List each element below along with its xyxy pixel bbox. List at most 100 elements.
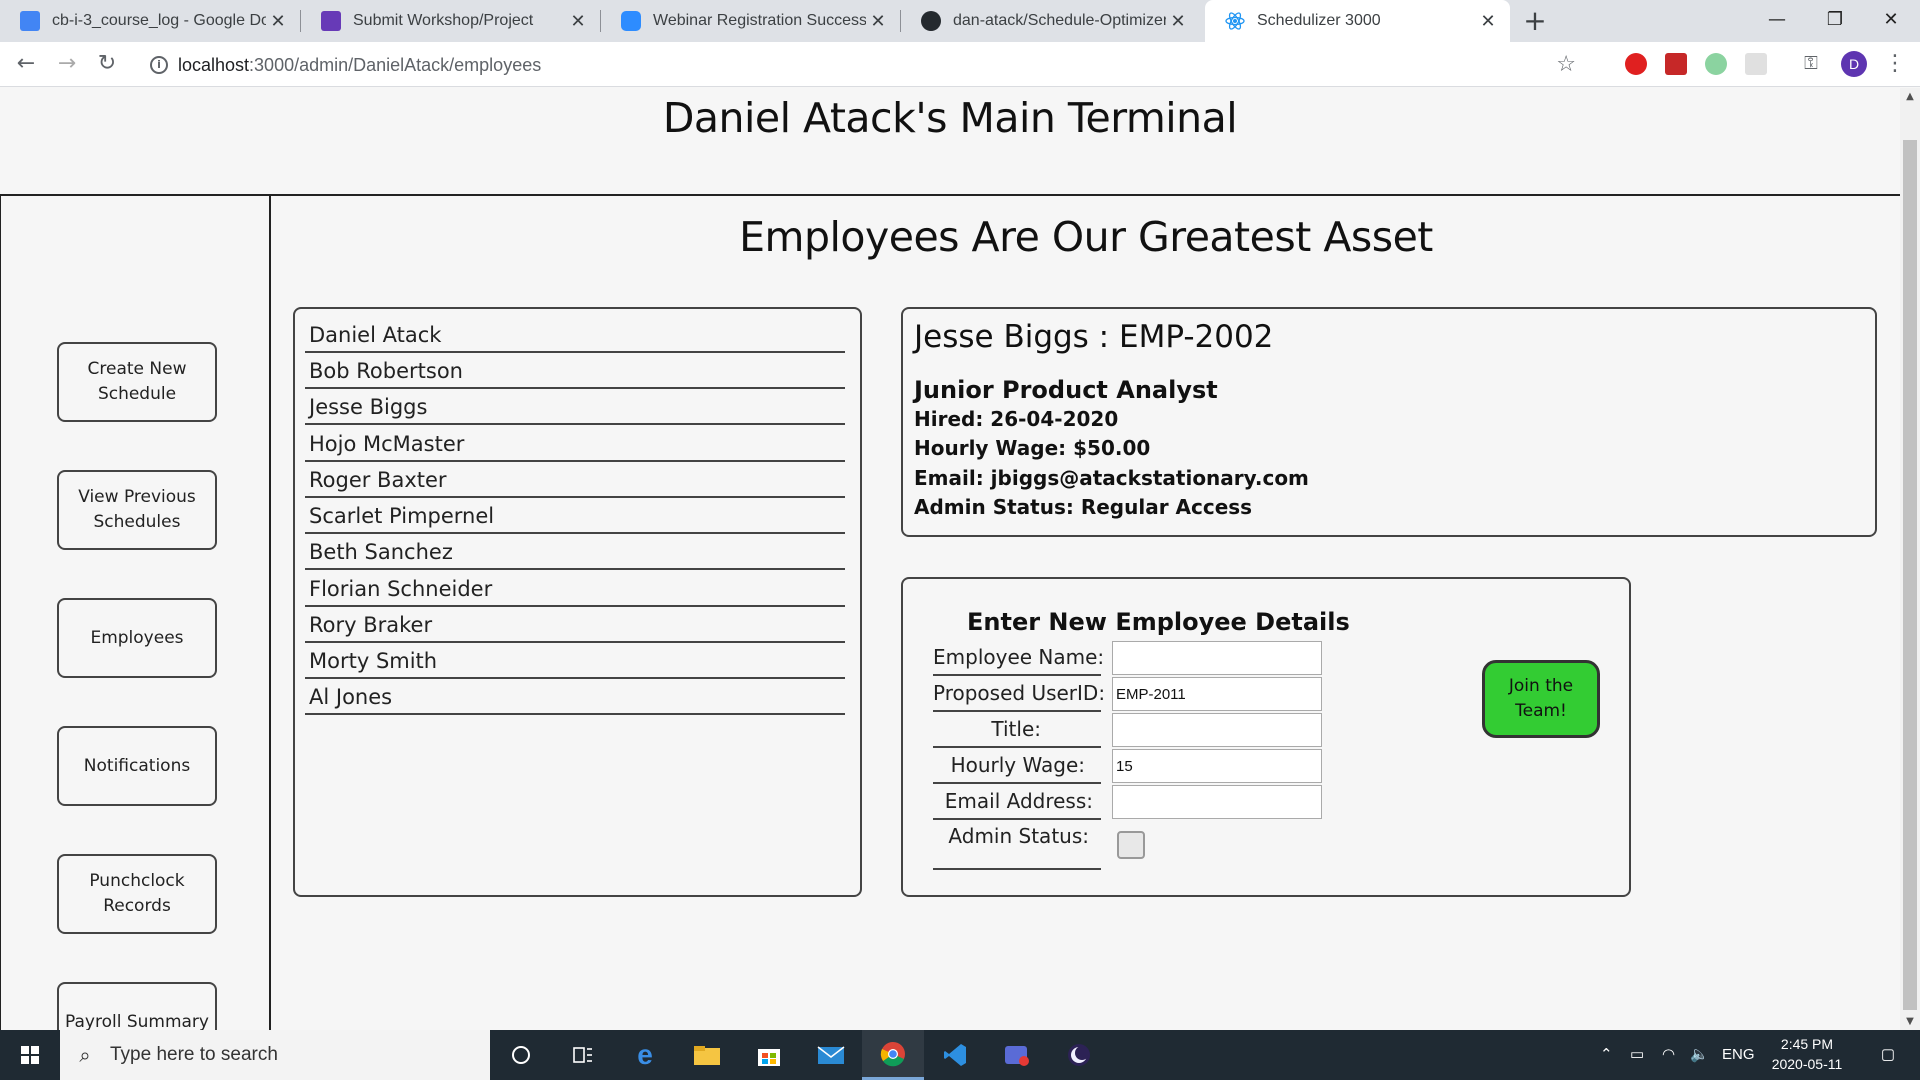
browser-toolbar: ← → ↻ i localhost:3000/admin/DanielAtack… <box>0 42 1920 87</box>
close-window-icon[interactable]: ✕ <box>1862 0 1920 40</box>
forward-icon[interactable]: → <box>51 48 83 80</box>
title-field[interactable] <box>1112 713 1322 747</box>
task-view-icon[interactable] <box>552 1030 614 1080</box>
employee-list-item[interactable]: Al Jones <box>305 679 845 715</box>
bookmark-star-icon[interactable]: ☆ <box>1556 47 1576 83</box>
windows-taskbar: ⌕ Type here to search e ⌃ ▭ ◠ 🔈 ENG 2:45… <box>0 1030 1920 1080</box>
store-icon[interactable] <box>738 1030 800 1080</box>
employee-name-id: Jesse Biggs : EMP-2002 <box>914 319 1274 355</box>
reload-icon[interactable]: ↻ <box>91 48 123 80</box>
scroll-thumb[interactable] <box>1903 140 1917 1010</box>
extension-icon[interactable] <box>1665 53 1687 75</box>
edge-icon[interactable]: e <box>614 1030 676 1080</box>
userid-label: Proposed UserID: <box>933 676 1105 712</box>
taskbar-search-box[interactable]: ⌕ Type here to search <box>60 1030 490 1080</box>
employee-list-item[interactable]: Rory Braker <box>305 607 845 643</box>
close-tab-icon[interactable]: ✕ <box>266 11 290 32</box>
browser-tab-bar: cb-i-3_course_log - Google Docs ✕ Submit… <box>0 0 1920 42</box>
wifi-icon[interactable]: ◠ <box>1662 1030 1675 1080</box>
browser-tab-active[interactable]: Schedulizer 3000 ✕ <box>1205 0 1510 42</box>
join-team-button[interactable]: Join the Team! <box>1482 660 1600 738</box>
file-explorer-icon[interactable] <box>676 1030 738 1080</box>
url-host: localhost <box>178 55 250 75</box>
employee-job-title: Junior Product Analyst <box>914 376 1218 404</box>
browser-tab[interactable]: cb-i-3_course_log - Google Docs ✕ <box>0 0 300 42</box>
new-employee-form: Enter New Employee Details Employee Name… <box>901 577 1631 897</box>
hourly-wage-label: Hourly Wage: <box>933 748 1101 784</box>
notifications-button[interactable]: Notifications <box>57 726 217 806</box>
employee-list-item[interactable]: Bob Robertson <box>305 353 845 389</box>
vscode-icon[interactable] <box>924 1030 986 1080</box>
browser-tab[interactable]: dan-atack/Schedule-Optimizer: F ✕ <box>901 0 1200 42</box>
employee-list-item[interactable]: Morty Smith <box>305 643 845 679</box>
search-placeholder: Type here to search <box>110 1044 278 1065</box>
windows-start-icon[interactable] <box>0 1030 60 1080</box>
back-icon[interactable]: ← <box>10 48 42 80</box>
info-icon[interactable]: i <box>150 56 168 74</box>
github-icon <box>921 11 941 31</box>
employee-list-item[interactable]: Florian Schneider <box>305 571 845 607</box>
menu-icon[interactable]: ⋮ <box>1884 48 1906 80</box>
scroll-up-icon[interactable]: ▲ <box>1900 88 1920 105</box>
google-docs-icon <box>20 11 40 31</box>
close-tab-icon[interactable]: ✕ <box>866 11 890 32</box>
mail-icon[interactable] <box>800 1030 862 1080</box>
employee-list-item[interactable]: Roger Baxter <box>305 462 845 498</box>
extension-icon[interactable] <box>1705 53 1727 75</box>
punchclock-button[interactable]: Punchclock Records <box>57 854 217 934</box>
close-tab-icon[interactable]: ✕ <box>566 11 590 32</box>
browser-tab[interactable]: Submit Workshop/Project ✕ <box>301 0 600 42</box>
language-indicator[interactable]: ENG <box>1722 1030 1755 1080</box>
hourly-wage-field[interactable] <box>1112 749 1322 783</box>
employee-list-item[interactable]: Beth Sanchez <box>305 534 845 570</box>
zoom-icon <box>621 11 641 31</box>
profile-avatar[interactable]: D <box>1841 51 1867 77</box>
employee-hired-date: Hired: 26-04-2020 <box>914 407 1119 431</box>
volume-icon[interactable]: 🔈 <box>1690 1030 1709 1080</box>
page-scrollbar[interactable]: ▲ ▼ <box>1900 88 1920 1030</box>
employee-list-item[interactable]: Daniel Atack <box>305 317 845 353</box>
email-field[interactable] <box>1112 785 1322 819</box>
restore-icon[interactable]: ❐ <box>1806 0 1864 40</box>
employee-name-field[interactable] <box>1112 641 1322 675</box>
userid-field[interactable] <box>1112 677 1322 711</box>
extension-icon[interactable] <box>1745 53 1767 75</box>
battery-icon[interactable]: ▭ <box>1630 1030 1644 1080</box>
url-text[interactable]: localhost:3000/admin/DanielAtack/employe… <box>178 47 541 83</box>
browser-tab[interactable]: Webinar Registration Success - Z ✕ <box>601 0 900 42</box>
react-icon <box>1225 11 1245 31</box>
tab-title: Submit Workshop/Project <box>353 12 534 29</box>
new-tab-icon[interactable]: + <box>1518 4 1552 38</box>
show-hidden-icons[interactable]: ⌃ <box>1600 1030 1613 1080</box>
minimize-icon[interactable]: — <box>1748 0 1806 40</box>
employee-list-item[interactable]: Scarlet Pimpernel <box>305 498 845 534</box>
employee-list-item[interactable]: Jesse Biggs <box>305 389 845 425</box>
admin-status-label: Admin Status: <box>933 820 1101 870</box>
notifications-icon[interactable]: ▢ <box>1868 1030 1908 1080</box>
section-title: Employees Are Our Greatest Asset <box>739 213 1433 261</box>
view-schedules-button[interactable]: View Previous Schedules <box>57 470 217 550</box>
employee-list-item[interactable]: Hojo McMaster <box>305 426 845 462</box>
close-tab-icon[interactable]: ✕ <box>1476 11 1500 32</box>
app-icon[interactable] <box>986 1030 1048 1080</box>
key-icon[interactable]: ⚿ <box>1795 48 1827 80</box>
eclipse-icon[interactable] <box>1048 1030 1110 1080</box>
sidebar: Create New Schedule View Previous Schedu… <box>0 196 271 1030</box>
page-title: Daniel Atack's Main Terminal <box>662 94 1238 142</box>
tab-title: Schedulizer 3000 <box>1257 12 1381 29</box>
admin-status-checkbox[interactable] <box>1117 831 1145 859</box>
address-bar[interactable]: i localhost:3000/admin/DanielAtack/emplo… <box>138 47 1590 83</box>
taskbar-clock[interactable]: 2:45 PM 2020-05-11 <box>1757 1034 1857 1074</box>
tab-title: dan-atack/Schedule-Optimizer: F <box>953 12 1166 29</box>
chrome-icon[interactable] <box>862 1030 924 1080</box>
create-schedule-button[interactable]: Create New Schedule <box>57 342 217 422</box>
close-tab-icon[interactable]: ✕ <box>1166 11 1190 32</box>
employees-button[interactable]: Employees <box>57 598 217 678</box>
tab-title: cb-i-3_course_log - Google Docs <box>52 12 266 29</box>
employee-list: Daniel Atack Bob Robertson Jesse Biggs H… <box>293 307 862 897</box>
payroll-button[interactable]: Payroll Summary <box>57 982 217 1030</box>
scroll-down-icon[interactable]: ▼ <box>1900 1013 1920 1030</box>
employee-detail-card: Jesse Biggs : EMP-2002 Junior Product An… <box>901 307 1877 537</box>
opera-extension-icon[interactable] <box>1625 53 1647 75</box>
cortana-icon[interactable] <box>490 1030 552 1080</box>
